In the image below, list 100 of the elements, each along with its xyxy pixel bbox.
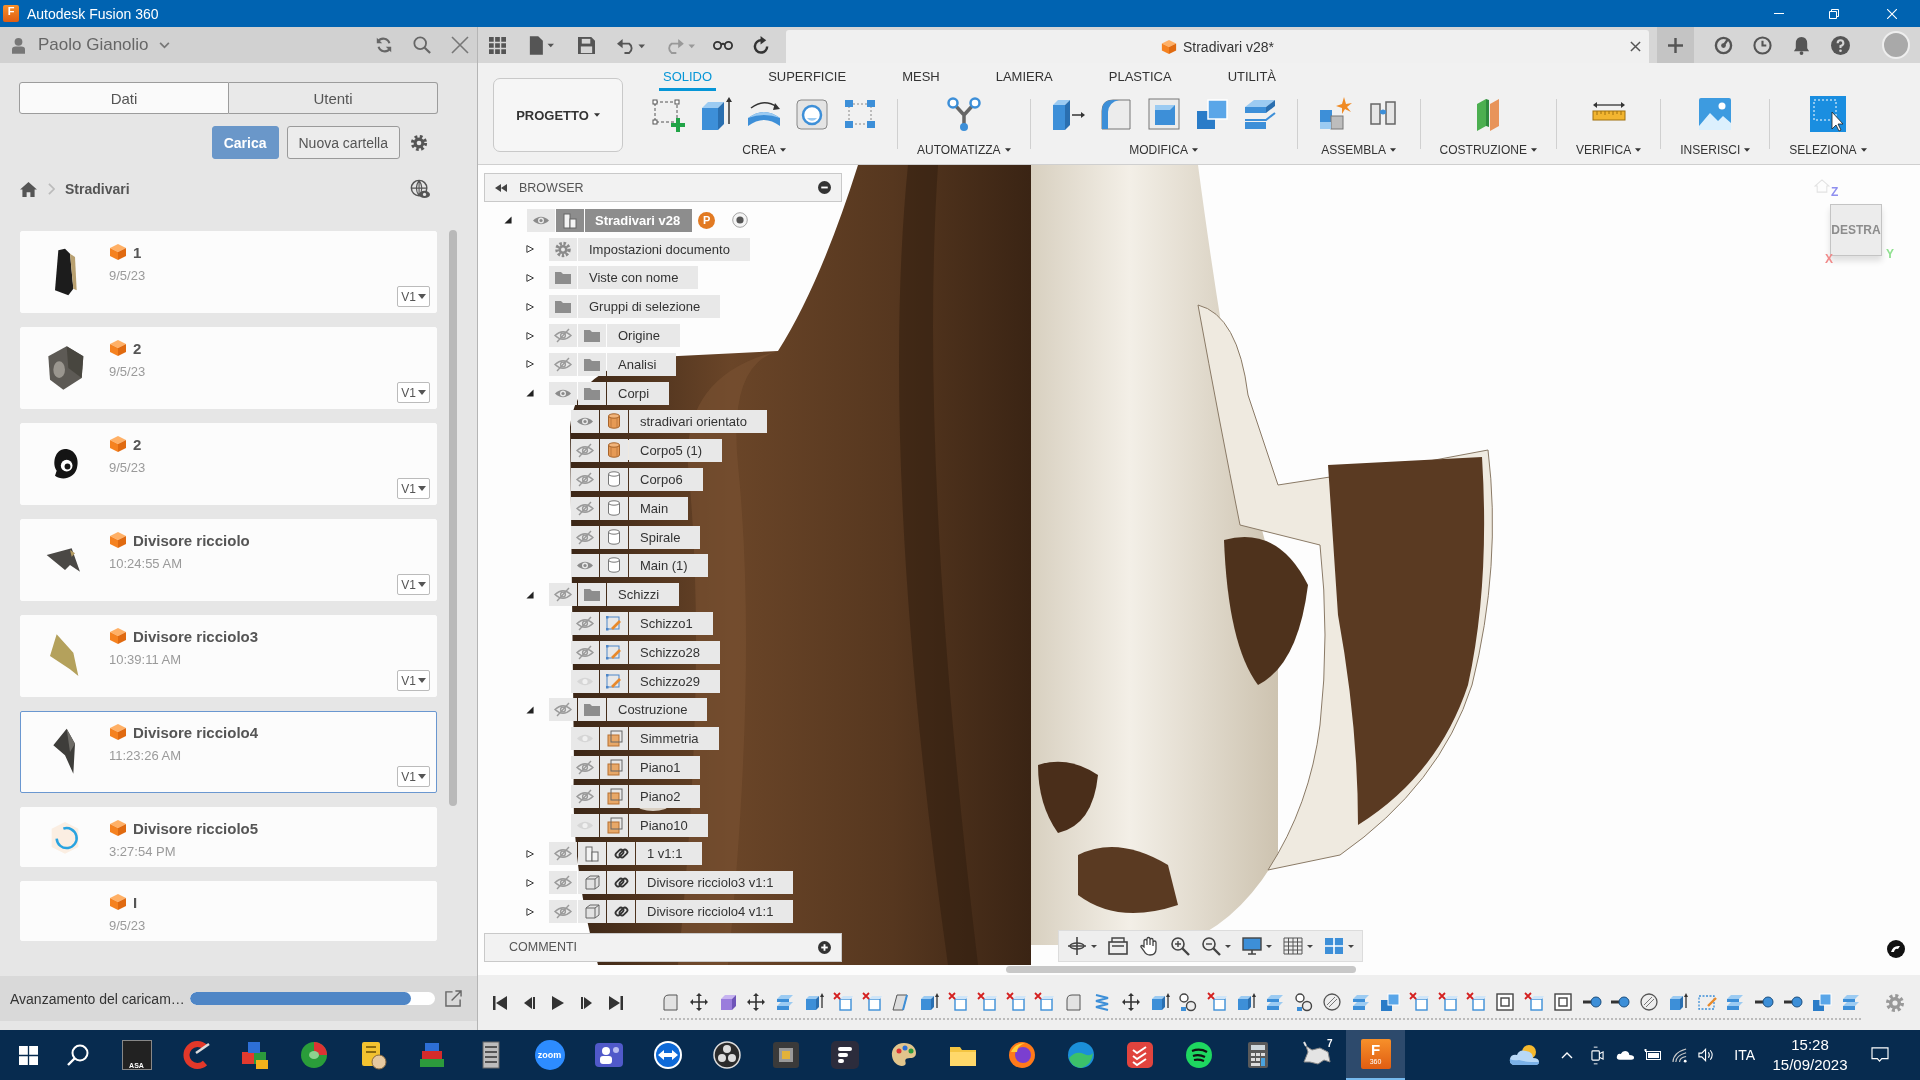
- bell-icon[interactable]: [1792, 35, 1811, 55]
- clock-time[interactable]: 15:28: [1791, 1035, 1829, 1055]
- grid-icon[interactable]: [1283, 936, 1313, 956]
- box-arrow-icon[interactable]: [1235, 991, 1256, 1012]
- workspace-dropdown[interactable]: PROGETTO: [493, 78, 623, 152]
- crossed-eye-icon[interactable]: [571, 525, 599, 549]
- file-menu-icon[interactable]: [528, 35, 554, 55]
- curved-face-icon[interactable]: [1063, 991, 1084, 1012]
- step-back-icon[interactable]: [522, 995, 536, 1010]
- breadcrumb-link[interactable]: Stradivari: [65, 181, 130, 197]
- restore-icon[interactable]: [1829, 8, 1839, 19]
- crossed-eye-icon[interactable]: [571, 756, 599, 780]
- viewports-icon[interactable]: [1324, 936, 1354, 956]
- cross-box-icon[interactable]: [947, 991, 968, 1012]
- close-icon[interactable]: [451, 36, 469, 54]
- file-card[interactable]: 2 9/5/23 V1: [20, 423, 437, 505]
- file-card[interactable]: Divisore ricciolo4 11:23:26 AM V1: [20, 711, 437, 793]
- cross-box-icon[interactable]: [1466, 991, 1487, 1012]
- nested-squares-icon[interactable]: [1552, 991, 1573, 1012]
- tree-item[interactable]: Viste con nome: [578, 266, 699, 290]
- cross-box-icon[interactable]: [832, 991, 853, 1012]
- move-arrows-icon[interactable]: [688, 991, 709, 1012]
- picture-icon[interactable]: [1697, 96, 1734, 132]
- new-folder-button[interactable]: Nuova cartella: [286, 126, 400, 159]
- skip-end-icon[interactable]: [609, 995, 623, 1010]
- plus-icon[interactable]: [1668, 37, 1683, 53]
- tree-item[interactable]: Main: [629, 496, 689, 520]
- home-icon[interactable]: [20, 181, 37, 197]
- ribbon-tab[interactable]: MESH: [898, 64, 944, 91]
- document-tab[interactable]: Stradivari v28*: [786, 30, 1649, 63]
- speaker-icon[interactable]: [1698, 1048, 1716, 1062]
- tree-item[interactable]: Analisi: [607, 352, 677, 376]
- eye-icon[interactable]: [571, 727, 599, 751]
- target-radio-icon[interactable]: [732, 212, 749, 229]
- tool-group-menu[interactable]: VERIFICA: [1575, 143, 1642, 157]
- joined-boxes-icon[interactable]: [1811, 991, 1832, 1012]
- triangle-icon[interactable]: [525, 849, 534, 858]
- move-arrows-icon[interactable]: [1120, 991, 1141, 1012]
- version-dropdown[interactable]: V1: [397, 574, 430, 595]
- crossed-eye-icon[interactable]: [571, 784, 599, 808]
- plus-circle-icon[interactable]: [818, 940, 831, 954]
- settings-icon[interactable]: [410, 133, 428, 152]
- tree-item[interactable]: Divisore ricciolo4 v1:1: [636, 900, 794, 923]
- tree-item[interactable]: Corpo6: [629, 468, 703, 492]
- tool-group-menu[interactable]: AUTOMATIZZA: [917, 143, 1011, 157]
- file-card[interactable]: Divisore ricciolo5 3:27:54 PM: [20, 807, 437, 867]
- nested-squares-icon[interactable]: [1495, 991, 1516, 1012]
- version-dropdown[interactable]: V1: [397, 382, 430, 403]
- new-tab-button[interactable]: [1657, 27, 1694, 63]
- tool-group-menu[interactable]: SELEZIONA: [1789, 143, 1867, 157]
- triangle-icon[interactable]: [525, 389, 534, 398]
- circle-swirl-icon[interactable]: [1887, 940, 1905, 958]
- save-icon[interactable]: [578, 36, 595, 54]
- input-language[interactable]: ITA: [1734, 1047, 1755, 1063]
- eye-icon[interactable]: [571, 554, 599, 578]
- hole-box-icon[interactable]: [794, 96, 830, 132]
- scrollbar-thumb[interactable]: [449, 230, 457, 806]
- linked-circles-icon[interactable]: [1293, 991, 1314, 1012]
- tree-item[interactable]: Gruppi di selezione: [578, 295, 721, 319]
- box-arrow-icon[interactable]: [919, 991, 940, 1012]
- step-forward-icon[interactable]: [580, 995, 594, 1010]
- crossed-eye-icon[interactable]: [571, 496, 599, 520]
- clock-date[interactable]: 15/09/2023: [1772, 1055, 1848, 1075]
- triangle-icon[interactable]: [525, 590, 534, 599]
- curved-face-icon[interactable]: [660, 991, 680, 1012]
- close-icon[interactable]: [1630, 41, 1641, 52]
- tool-group-menu[interactable]: CREA: [742, 143, 786, 157]
- select-cursor-icon[interactable]: [1809, 96, 1846, 132]
- double-triangle-left-icon[interactable]: [495, 183, 507, 192]
- tree-item[interactable]: Impostazioni documento: [578, 237, 750, 261]
- tree-item[interactable]: Origine: [607, 324, 680, 348]
- refresh-icon[interactable]: [753, 35, 770, 55]
- minus-circle-icon[interactable]: [818, 181, 831, 194]
- display-monitor-icon[interactable]: [1242, 936, 1272, 956]
- triangle-icon[interactable]: [503, 216, 512, 225]
- tree-item[interactable]: Piano10: [629, 813, 708, 837]
- slanted-face-icon[interactable]: [890, 991, 911, 1012]
- crossed-eye-icon[interactable]: [571, 439, 599, 463]
- orbit-icon[interactable]: [1067, 936, 1097, 956]
- tree-item[interactable]: stradivari orientato: [629, 410, 767, 434]
- file-name[interactable]: Divisore ricciolo4: [133, 723, 259, 741]
- file-card[interactable]: 1 9/5/23 V1: [20, 231, 437, 313]
- sketch-plus-icon[interactable]: [650, 96, 686, 132]
- cross-box-icon[interactable]: [1408, 991, 1429, 1012]
- version-dropdown[interactable]: V1: [397, 766, 430, 787]
- hatched-circle-icon[interactable]: [1639, 991, 1660, 1012]
- ribbon-tab[interactable]: SUPERFICIE: [764, 64, 851, 91]
- cross-box-icon[interactable]: [1523, 991, 1544, 1012]
- tree-item[interactable]: Piano1: [629, 756, 701, 780]
- tree-item[interactable]: Main (1): [629, 554, 708, 578]
- file-name[interactable]: Divisore ricciolo5: [133, 819, 259, 837]
- version-dropdown[interactable]: V1: [397, 478, 430, 499]
- search-icon[interactable]: [67, 1044, 89, 1066]
- tree-item[interactable]: Corpi: [607, 381, 670, 405]
- triangle-icon[interactable]: [525, 360, 534, 369]
- linked-circles-icon[interactable]: [1178, 991, 1199, 1012]
- eye-icon[interactable]: [571, 410, 599, 434]
- eyeglasses-icon[interactable]: [713, 39, 733, 51]
- eye-icon[interactable]: [571, 669, 599, 693]
- file-name[interactable]: Divisore ricciolo: [133, 531, 250, 549]
